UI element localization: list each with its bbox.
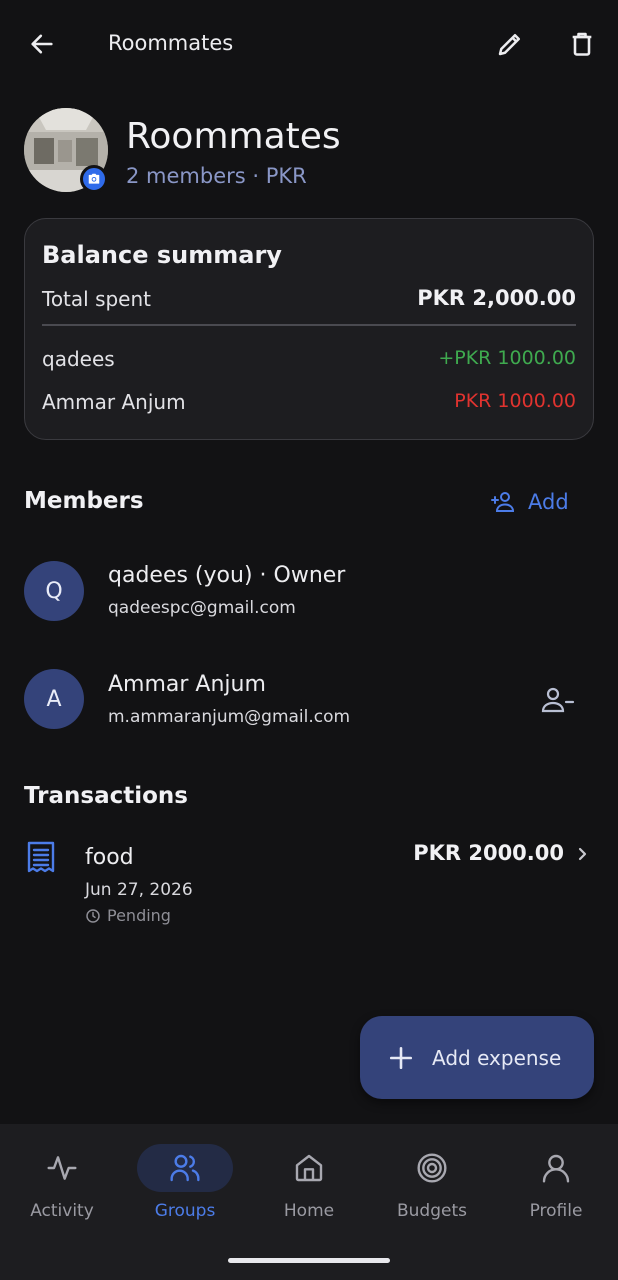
avatar: Q [24, 561, 84, 621]
camera-icon [88, 173, 100, 184]
topbar-title: Roommates [108, 31, 234, 55]
transactions-section-title: Transactions [24, 783, 188, 809]
home-indicator[interactable] [228, 1258, 390, 1263]
nav-item-home[interactable]: Home [247, 1144, 371, 1228]
back-button[interactable] [20, 22, 64, 66]
add-expense-button[interactable]: Add expense [360, 1016, 594, 1099]
receipt-icon [24, 840, 58, 874]
balance-member-name: Ammar Anjum [42, 390, 186, 414]
nav-label: Budgets [396, 1201, 467, 1221]
delete-group-button[interactable] [560, 22, 604, 66]
transaction-date: Jun 27, 2026 [85, 880, 193, 900]
add-expense-label: Add expense [432, 1045, 562, 1070]
person-add-icon [491, 492, 515, 512]
member-name: Ammar Anjum [108, 672, 266, 697]
member-email: m.ammaranjum@gmail.com [108, 707, 351, 727]
transaction-status-label: Pending [107, 906, 171, 925]
nav-label: Activity [30, 1201, 94, 1221]
nav-label: Profile [529, 1201, 583, 1221]
nav-label: Home [283, 1201, 335, 1221]
nav-item-activity[interactable]: Activity [0, 1144, 124, 1228]
transaction-name[interactable]: food [85, 845, 134, 870]
balance-member-name: qadees [42, 347, 115, 371]
nav-item-profile[interactable]: Profile [494, 1144, 618, 1228]
balance-member-amount: +PKR 1000.00 [438, 347, 576, 369]
transaction-status: Pending [85, 906, 171, 925]
groups-icon [170, 1154, 200, 1182]
activity-icon [47, 1156, 77, 1180]
total-spent-value: PKR 2,000.00 [417, 286, 576, 310]
remove-member-button[interactable] [536, 680, 580, 720]
nav-label: Groups [154, 1201, 216, 1221]
add-member-label: Add [528, 490, 569, 514]
arrow-back-icon [31, 34, 53, 54]
total-spent-label: Total spent [42, 287, 152, 311]
group-meta: 2 members · PKR [126, 164, 307, 188]
person-remove-icon [541, 687, 575, 713]
target-icon [417, 1153, 447, 1183]
member-email: qadeespc@gmail.com [108, 598, 296, 618]
group-name: Roommates [126, 116, 341, 157]
add-member-button[interactable]: Add [490, 486, 569, 518]
avatar: A [24, 669, 84, 729]
nav-item-budgets[interactable]: Budgets [370, 1144, 494, 1228]
members-section-title: Members [24, 488, 144, 514]
profile-icon [542, 1154, 570, 1183]
edit-group-button[interactable] [488, 22, 532, 66]
pencil-icon [498, 34, 520, 56]
home-icon [295, 1154, 323, 1182]
change-photo-button[interactable] [80, 165, 108, 193]
transaction-amount: PKR 2000.00 [413, 841, 564, 865]
balance-member-amount: PKR 1000.00 [454, 390, 576, 412]
divider [42, 324, 576, 326]
balance-summary-title: Balance summary [42, 241, 282, 269]
clock-icon [86, 908, 100, 923]
trash-icon [572, 32, 592, 56]
member-name: qadees (you) · Owner [108, 563, 346, 588]
nav-item-groups[interactable]: Groups [123, 1144, 247, 1228]
plus-icon [389, 1046, 413, 1069]
chevron-right-icon[interactable] [570, 842, 594, 866]
